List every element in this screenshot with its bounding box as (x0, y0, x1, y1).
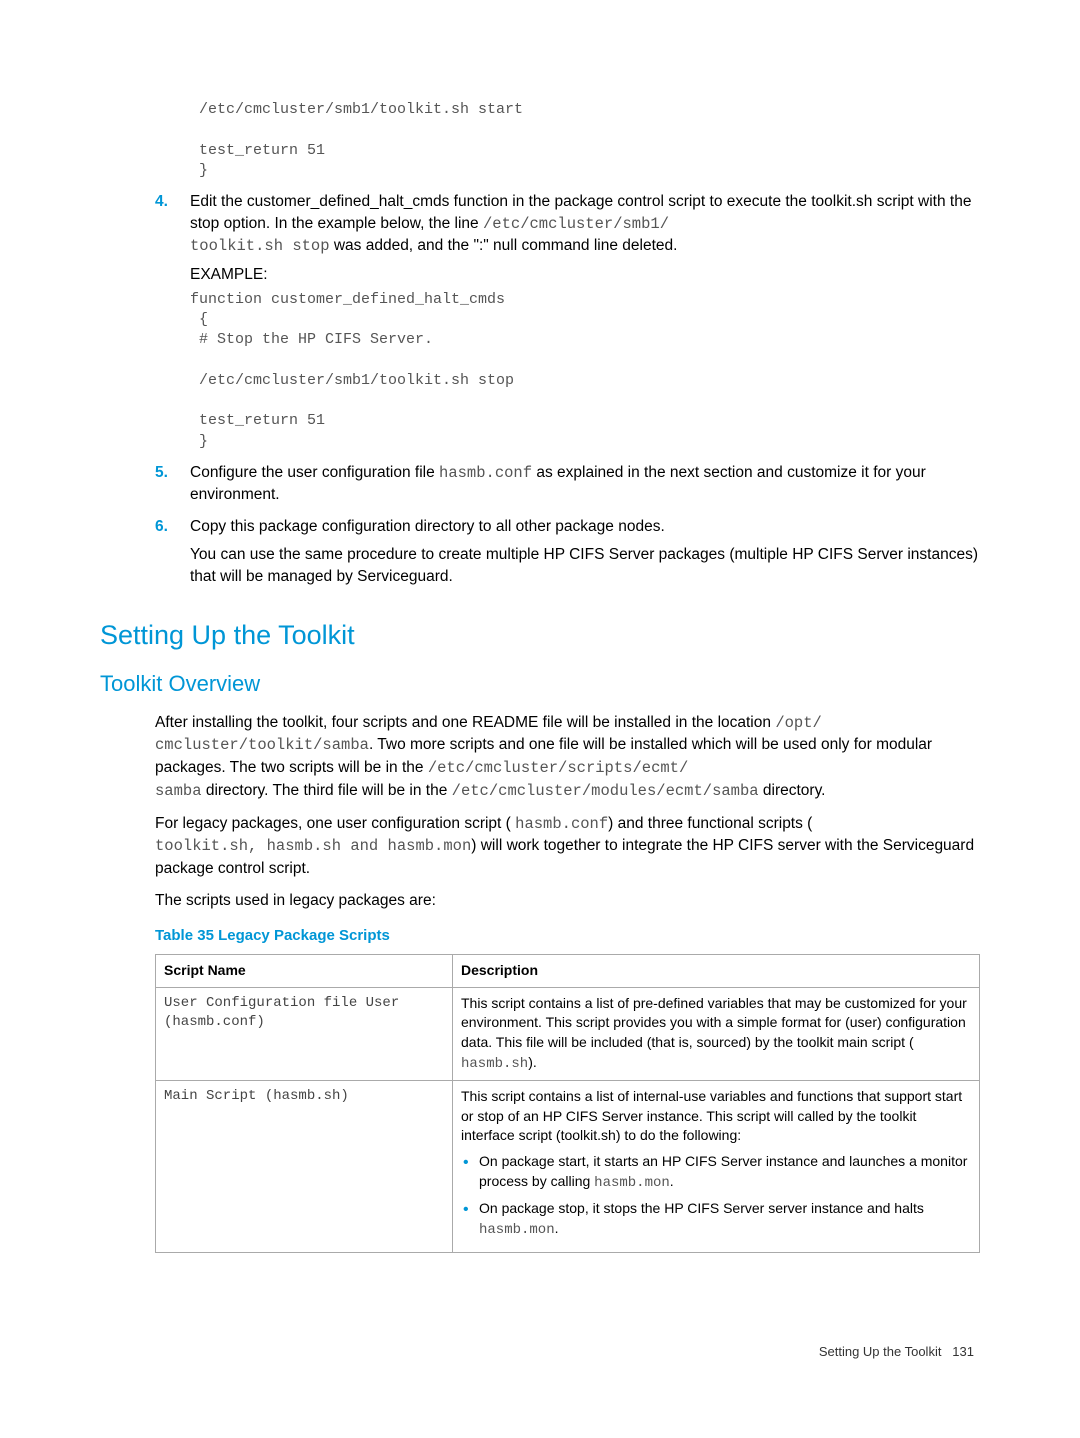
footer-title: Setting Up the Toolkit (819, 1344, 942, 1359)
ov-p2-a: For legacy packages, one user configurat… (155, 815, 515, 832)
row2-bullet-list: On package start, it starts an HP CIFS S… (461, 1152, 971, 1240)
ov-p2-c2: toolkit.sh, hasmb.sh and hasmb.mon (155, 837, 471, 855)
overview-para-2: For legacy packages, one user configurat… (155, 813, 980, 880)
row1-script-name: User Configuration file User (hasmb.conf… (156, 987, 453, 1080)
legacy-package-scripts-table: Script Name Description User Configurati… (155, 954, 980, 1253)
example-label: EXAMPLE: (190, 264, 980, 286)
row2-desc-para: This script contains a list of internal-… (461, 1087, 971, 1146)
row1-description: This script contains a list of pre-defin… (453, 987, 980, 1080)
table-row: Main Script (hasmb.sh) This script conta… (156, 1081, 980, 1253)
step-6-number: 6. (155, 516, 190, 587)
step-4: 4. Edit the customer_defined_halt_cmds f… (130, 191, 980, 258)
step-4-text-mid: was added, and the ":" null command line… (330, 237, 678, 254)
step-6-extra: You can use the same procedure to create… (190, 544, 980, 587)
row2-b1-b: . (670, 1173, 674, 1189)
row2-script-name: Main Script (hasmb.sh) (156, 1081, 453, 1253)
ov-p1-c1: /opt/ (775, 714, 822, 732)
table-title: Table 35 Legacy Package Scripts (155, 925, 980, 946)
footer-page-number: 131 (952, 1344, 974, 1359)
step-6-text: Copy this package configuration director… (190, 516, 980, 538)
list-item: On package start, it starts an HP CIFS S… (461, 1152, 971, 1193)
step-6: 6. Copy this package configuration direc… (130, 516, 980, 587)
code-block-start: /etc/cmcluster/smb1/toolkit.sh start tes… (190, 100, 980, 181)
step-4-body: Edit the customer_defined_halt_cmds func… (190, 191, 980, 258)
ov-p1-c2: cmcluster/toolkit/samba (155, 736, 369, 754)
step-5-text-pre: Configure the user configuration file (190, 464, 439, 481)
section-title: Setting Up the Toolkit (100, 617, 980, 655)
table-header-script-name: Script Name (156, 955, 453, 988)
ov-p1-d: directory. (759, 782, 826, 799)
step-4-number: 4. (155, 191, 190, 258)
overview-para-3: The scripts used in legacy packages are: (155, 890, 980, 912)
row2-b2-b: . (555, 1220, 559, 1236)
ov-p1-c5: /etc/cmcluster/modules/ecmt/samba (452, 782, 759, 800)
page-footer: Setting Up the Toolkit 131 (130, 1343, 980, 1361)
overview-para-1: After installing the toolkit, four scrip… (155, 712, 980, 803)
subsection-title: Toolkit Overview (100, 669, 980, 700)
ov-p1-c4: samba (155, 782, 202, 800)
row2-b2-a: On package stop, it stops the HP CIFS Se… (479, 1200, 924, 1216)
ov-p2-b: ) and three functional scripts ( (608, 815, 812, 832)
list-item: On package stop, it stops the HP CIFS Se… (461, 1199, 971, 1240)
table-row: User Configuration file User (hasmb.conf… (156, 987, 980, 1080)
step-6-body: Copy this package configuration director… (190, 516, 980, 587)
row2-b1-a: On package start, it starts an HP CIFS S… (479, 1153, 967, 1189)
row2-description: This script contains a list of internal-… (453, 1081, 980, 1253)
row1-desc-a: This script contains a list of pre-defin… (461, 995, 967, 1050)
ov-p2-c1: hasmb.conf (515, 815, 608, 833)
ov-p1-c3: /etc/cmcluster/scripts/ecmt/ (428, 759, 688, 777)
step-4-code-1: /etc/cmcluster/smb1/ (483, 215, 669, 233)
step-5-code: hasmb.conf (439, 464, 532, 482)
step-5-number: 5. (155, 462, 190, 506)
table-header-description: Description (453, 955, 980, 988)
step-4-code-2: toolkit.sh stop (190, 237, 330, 255)
step-5: 5. Configure the user configuration file… (130, 462, 980, 506)
ov-p1-a: After installing the toolkit, four scrip… (155, 714, 775, 731)
ov-p1-c: directory. The third file will be in the (202, 782, 452, 799)
row2-b2-code: hasmb.mon (479, 1222, 555, 1238)
code-block-halt: function customer_defined_halt_cmds { # … (190, 290, 980, 452)
step-5-body: Configure the user configuration file ha… (190, 462, 980, 506)
row2-b1-code: hasmb.mon (594, 1175, 670, 1191)
row1-desc-code: hasmb.sh (461, 1056, 528, 1072)
row1-desc-b: ). (528, 1054, 537, 1070)
